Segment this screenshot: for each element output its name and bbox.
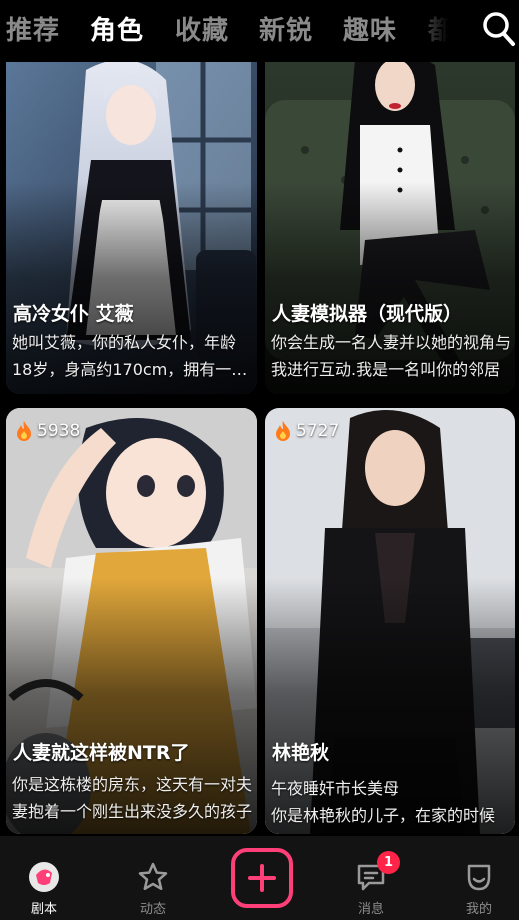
nav-label: 动态 [139,902,166,917]
nav-label: 我的 [465,902,492,917]
popularity-count: 5727 [296,421,340,441]
card-description: 她叫艾薇，你的私人女仆，年龄18岁，身高约170cm，拥有一头银色长发 [12,333,248,379]
fire-icon [276,421,290,441]
search-button[interactable] [470,0,519,62]
card-title: 人妻模拟器（现代版） [272,303,463,325]
profile-icon [467,864,491,891]
card-title: 林艳秋 [272,742,330,764]
unread-badge: 1 [377,851,400,874]
card-title: 高冷女仆 艾薇 [13,303,134,325]
add-button[interactable] [231,848,293,908]
tab-favorites[interactable]: 收藏 [175,10,229,47]
search-icon [483,12,515,46]
bottom-navigation: 剧本 动态 消息 1 我的 [0,836,519,920]
card-description: 你是这栋楼的房东，这天有一对夫妻抱着一个刚生出来没多久的孩子 [12,775,253,821]
character-card-2[interactable]: 人妻模拟器（现代版） 你会生成一名人妻并以她的视角与我进行互动.我是一名叫你的邻… [265,40,515,394]
card-title: 人妻就这样被NTR了 [13,742,190,764]
popularity-count: 5938 [37,421,81,441]
nav-label: 消息 [357,902,384,917]
popularity-badge: 5727 [273,420,339,442]
character-card-4[interactable]: 5727 林艳秋 午夜睡奸市长美母 你是林艳秋的儿子，在家的时候 [265,408,515,834]
add-icon [248,864,276,892]
character-card-1[interactable]: 高冷女仆 艾薇 她叫艾薇，你的私人女仆，年龄18岁，身高约170cm，拥有一头银… [6,40,257,394]
star-icon [138,862,168,891]
nav-feed[interactable]: 动态 [113,836,193,920]
tab-characters[interactable]: 角色 [90,10,144,47]
card-tagline: 午夜睡奸市长美母 [271,779,400,798]
fire-icon [17,421,31,441]
nav-messages[interactable]: 消息 [331,836,411,920]
top-tab-bar: 推荐 角色 收藏 新锐 趣味 都市 [0,0,519,62]
popularity-badge: 5938 [14,420,80,442]
tab-new[interactable]: 新锐 [259,10,313,47]
tab-fun[interactable]: 趣味 [343,10,397,47]
card-description: 你会生成一名人妻并以她的视角与我进行互动.我是一名叫你的邻居 [271,333,512,379]
script-icon [29,862,59,892]
nav-label: 剧本 [30,902,57,917]
tab-overflow-fade [400,0,470,62]
character-card-3[interactable]: 5938 人妻就这样被NTR了 你是这栋楼的房东，这天有一对夫妻抱着一个刚生出来… [6,408,257,834]
nav-profile[interactable]: 我的 [439,836,519,920]
card-description: 你是林艳秋的儿子，在家的时候 [271,806,496,825]
nav-script[interactable]: 剧本 [4,836,84,920]
tab-recommend[interactable]: 推荐 [6,10,60,47]
